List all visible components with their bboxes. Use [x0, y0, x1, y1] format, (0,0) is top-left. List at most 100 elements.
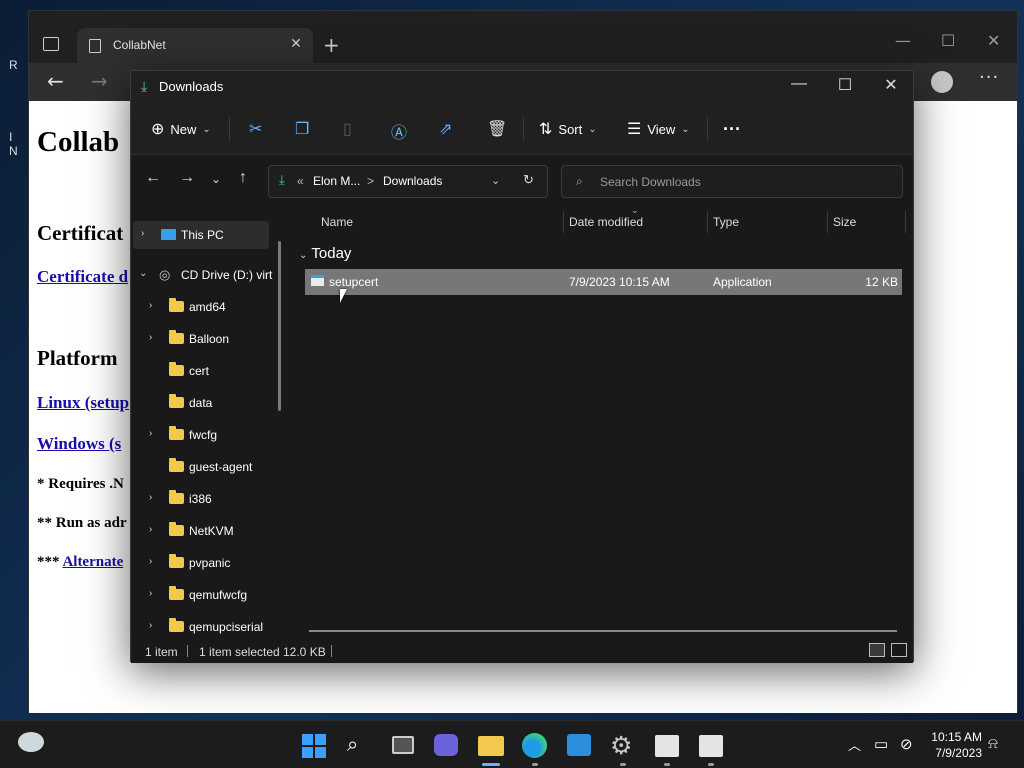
task-view-icon[interactable] [392, 736, 414, 754]
close-icon[interactable]: ✕ [871, 75, 911, 99]
nav-item-folder[interactable]: › Balloon [131, 325, 271, 353]
address-overflow[interactable]: « [297, 174, 304, 188]
chat-icon[interactable] [434, 734, 458, 756]
column-divider[interactable] [563, 211, 564, 233]
cut-button[interactable]: ✂ [249, 119, 262, 139]
new-button[interactable]: ⊕ New ⌄ [151, 119, 211, 139]
search-input[interactable] [600, 173, 890, 191]
nav-item-folder[interactable]: › amd64 [131, 293, 271, 321]
expand-chevron-icon[interactable]: › [149, 524, 152, 535]
minimize-icon[interactable]: — [779, 75, 819, 99]
nav-item-folder[interactable]: cert [131, 357, 271, 385]
nav-label: Balloon [189, 332, 230, 346]
file-row-setupcert[interactable]: setupcert 7/9/2023 10:15 AM Application … [305, 269, 902, 295]
column-header-date[interactable]: Date modified [569, 215, 643, 229]
file-type: Application [713, 275, 772, 289]
expand-chevron-icon[interactable]: › [149, 620, 152, 631]
nav-item-folder[interactable]: guest-agent [131, 453, 271, 481]
nav-scrollbar[interactable] [278, 241, 281, 411]
share-button[interactable]: ⇗ [439, 119, 452, 139]
nav-item-folder[interactable]: › pvpanic [131, 549, 271, 577]
expand-chevron-icon[interactable]: › [149, 588, 152, 599]
expand-chevron-icon[interactable]: › [149, 492, 152, 503]
tray-overflow-chevron-icon[interactable]: ︿ [848, 735, 861, 754]
sort-button[interactable]: ⇅ Sort ⌄ [539, 119, 597, 139]
expand-chevron-icon[interactable]: › [149, 332, 152, 343]
nav-item-folder[interactable]: data [131, 389, 271, 417]
forward-arrow-icon[interactable]: → [91, 69, 108, 93]
back-arrow-icon[interactable]: ← [145, 169, 161, 187]
network-icon[interactable]: ▭ [874, 735, 888, 753]
expand-chevron-icon[interactable]: › [149, 300, 152, 311]
up-arrow-icon[interactable]: ↑ [239, 169, 247, 187]
start-button-icon[interactable] [302, 734, 326, 758]
windows-link[interactable]: Windows (s [37, 434, 121, 454]
folder-icon [169, 362, 184, 376]
nav-item-this-pc[interactable]: › This PC [133, 221, 269, 249]
search-box[interactable]: ⌕ [561, 165, 903, 198]
nav-item-folder[interactable]: › NetKVM [131, 517, 271, 545]
browser-menu-icon[interactable]: ··· [979, 67, 999, 88]
back-arrow-icon[interactable]: ← [47, 69, 64, 93]
folder-icon [169, 618, 184, 632]
details-view-icon[interactable] [869, 643, 885, 657]
nav-item-folder[interactable]: › i386 [131, 485, 271, 513]
alternate-link[interactable]: Alternate [62, 554, 123, 570]
paste-button[interactable]: ▯ [343, 119, 352, 139]
expand-chevron-icon[interactable]: › [149, 556, 152, 567]
tab-actions-icon[interactable] [43, 37, 59, 51]
maximize-icon[interactable]: ☐ [825, 75, 865, 99]
app-window-icon[interactable] [699, 735, 723, 757]
address-bar[interactable]: ⤓ « Elon M... > Downloads ⌄ ↻ [268, 165, 548, 198]
collapse-chevron-icon[interactable]: ⌄ [139, 268, 147, 279]
column-header-type[interactable]: Type [713, 215, 739, 229]
column-header-name[interactable]: Name [321, 215, 353, 229]
delete-button[interactable]: 🗑 [487, 119, 507, 139]
forward-arrow-icon[interactable]: → [179, 169, 195, 187]
view-button[interactable]: ☰ View ⌄ [627, 119, 690, 139]
breadcrumb-current[interactable]: Downloads [383, 174, 442, 188]
taskbar-search-icon[interactable]: ⌕ [347, 734, 358, 757]
breadcrumb-parent[interactable]: Elon M... [313, 174, 360, 188]
edge-browser-icon[interactable] [522, 733, 547, 758]
nav-item-cd-drive[interactable]: ⌄ ◎ CD Drive (D:) virt [131, 261, 272, 289]
selection-count: 1 item selected [199, 645, 280, 659]
column-divider[interactable] [707, 211, 708, 233]
file-explorer-taskbar-icon[interactable] [478, 736, 504, 756]
nav-item-folder[interactable]: › fwcfg [131, 421, 271, 449]
store-icon[interactable] [567, 734, 591, 756]
horizontal-scrollbar[interactable] [309, 630, 897, 632]
tab-close-icon[interactable]: ✕ [287, 36, 305, 52]
column-divider[interactable] [905, 211, 906, 233]
browser-maximize-icon[interactable]: ☐ [941, 31, 955, 50]
rename-button[interactable]: Ⓐ [391, 119, 407, 143]
browser-close-icon[interactable]: ✕ [987, 31, 1000, 50]
column-header-size[interactable]: Size [833, 215, 856, 229]
expand-chevron-icon[interactable]: › [149, 428, 152, 439]
new-tab-button[interactable]: + [323, 33, 340, 57]
group-header-today[interactable]: ⌄ Today [299, 245, 351, 262]
certificate-link[interactable]: Certificate d [37, 267, 128, 287]
nav-item-folder[interactable]: › qemupciserial [131, 613, 271, 635]
large-icons-view-icon[interactable] [891, 643, 907, 657]
refresh-icon[interactable]: ↻ [523, 172, 534, 188]
browser-minimize-icon[interactable]: — [895, 31, 911, 50]
more-options-button[interactable]: ··· [723, 119, 741, 140]
recent-chevron-icon[interactable]: ⌄ [211, 172, 221, 186]
profile-avatar[interactable] [931, 71, 953, 93]
weather-widget-icon[interactable] [18, 732, 44, 752]
volume-muted-icon[interactable]: ⊘ [900, 735, 913, 753]
nav-item-folder[interactable]: › qemufwcfg [131, 581, 271, 609]
settings-gear-icon[interactable]: ⚙ [610, 731, 632, 761]
linux-link[interactable]: Linux (setup [37, 393, 129, 413]
tab-collabnet[interactable]: CollabNet ✕ [77, 28, 313, 64]
file-size: 12 KB [865, 275, 898, 289]
copy-button[interactable]: ❐ [295, 119, 309, 139]
expand-chevron-icon[interactable]: › [141, 228, 144, 239]
active-indicator [482, 763, 500, 766]
notifications-icon[interactable]: ⍾ [988, 735, 998, 752]
system-clock[interactable]: 10:15 AM 7/9/2023 [926, 729, 982, 761]
column-divider[interactable] [827, 211, 828, 233]
app-window-icon[interactable] [655, 735, 679, 757]
address-dropdown-icon[interactable]: ⌄ [491, 174, 500, 187]
